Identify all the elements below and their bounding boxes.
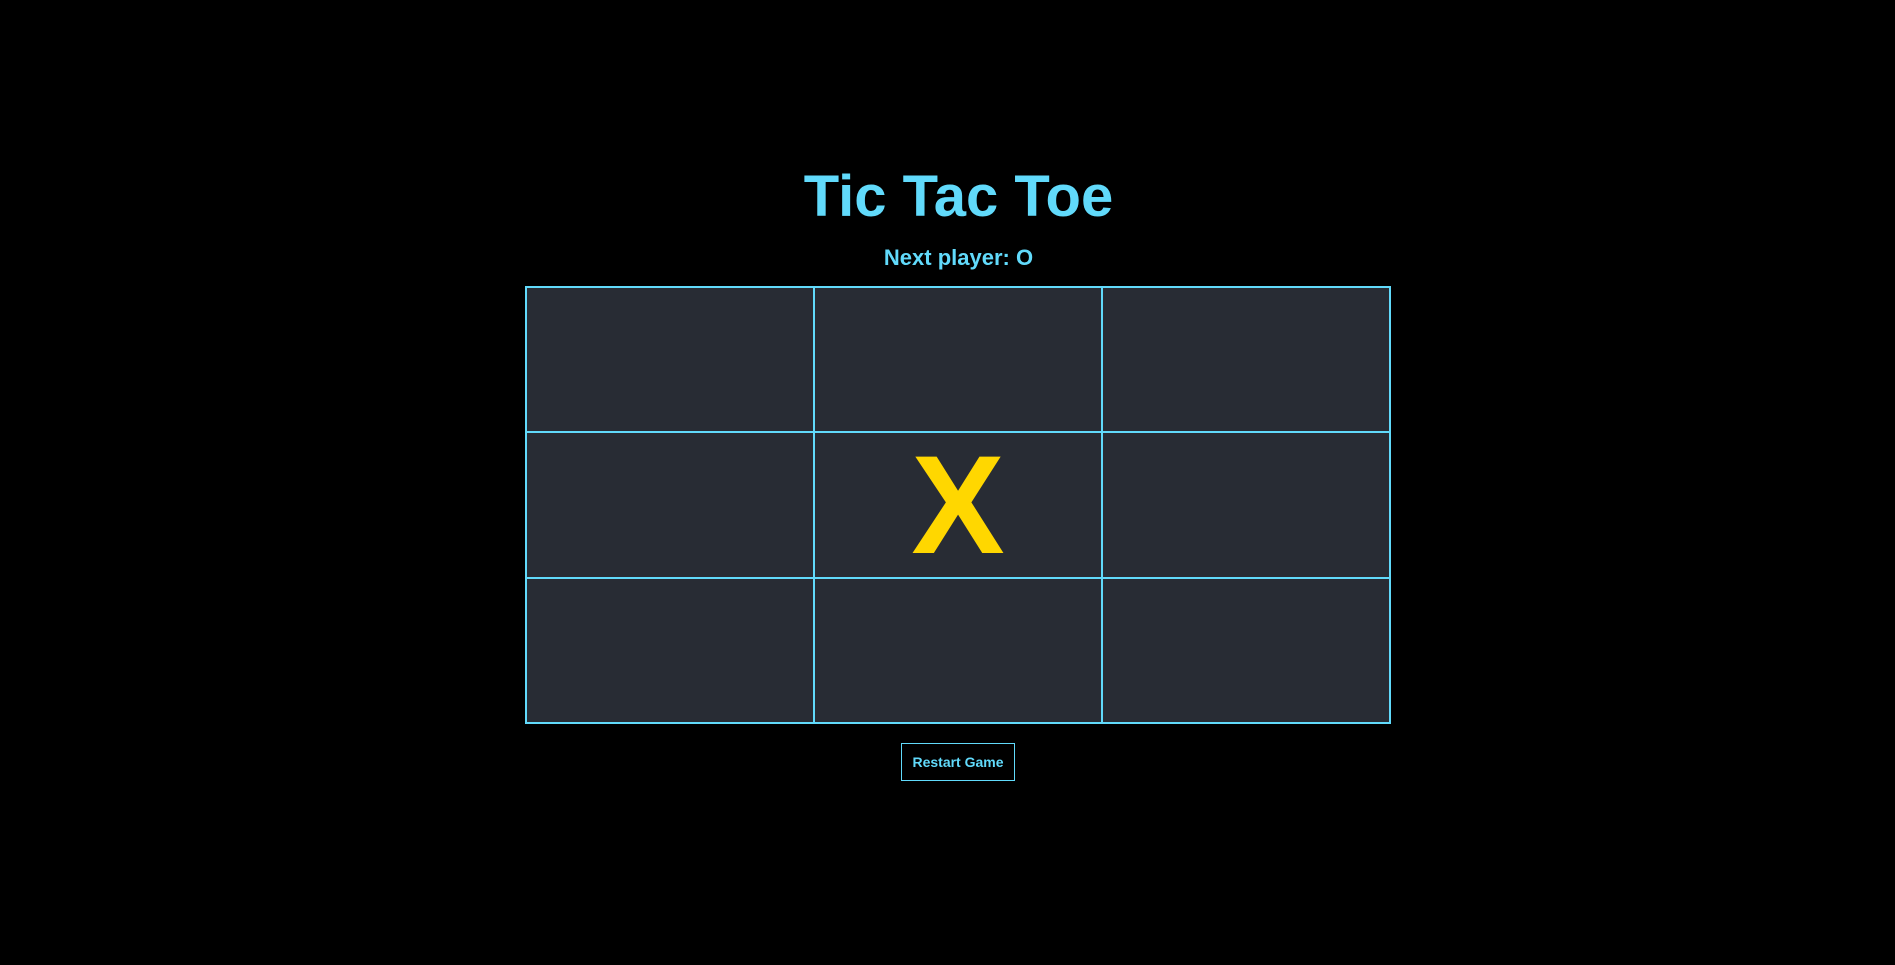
page-title: Tic Tac Toe xyxy=(803,164,1114,229)
board-cell-8[interactable] xyxy=(1101,576,1391,724)
board-cell-4[interactable]: X xyxy=(813,431,1103,579)
next-player-status: Next player: O xyxy=(883,245,1034,270)
board-cell-3[interactable] xyxy=(525,431,815,579)
board-cell-6[interactable] xyxy=(525,576,815,724)
board-cell-7[interactable] xyxy=(813,576,1103,724)
game-board: X xyxy=(525,286,1391,724)
board-cell-5[interactable] xyxy=(1101,431,1391,579)
board-cell-0[interactable] xyxy=(525,286,815,434)
board-cell-1[interactable] xyxy=(813,286,1103,434)
board-cell-2[interactable] xyxy=(1101,286,1391,434)
restart-game-button[interactable]: Restart Game xyxy=(901,743,1015,781)
game-app: Tic Tac Toe Next player: O X Restart Gam… xyxy=(0,0,1895,965)
